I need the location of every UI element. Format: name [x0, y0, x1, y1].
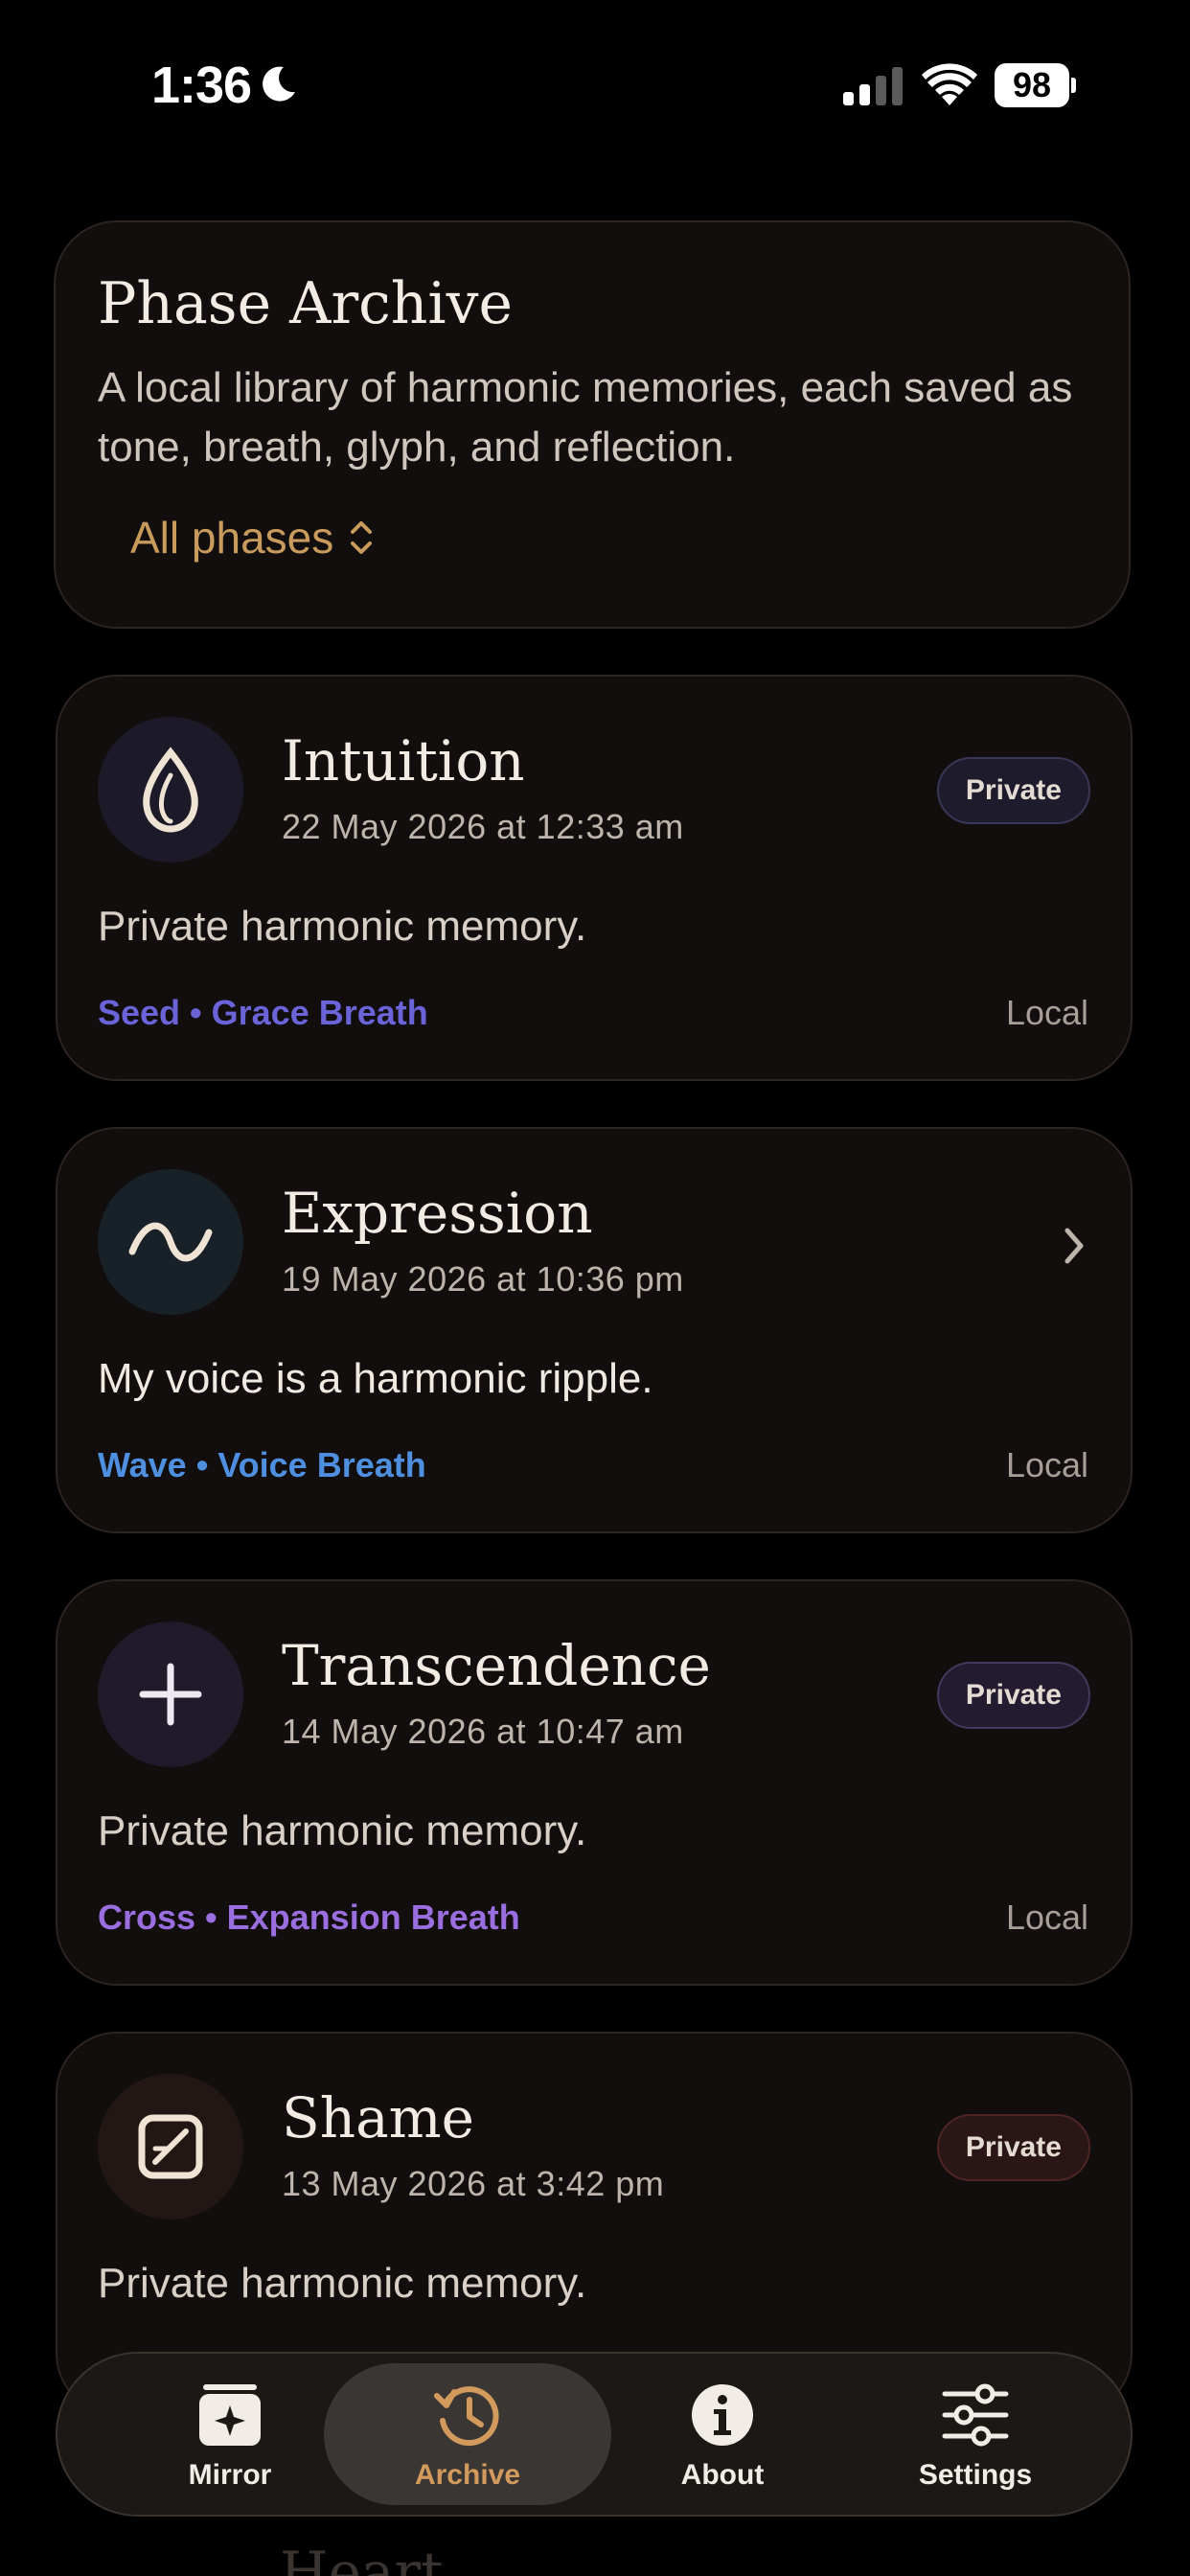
history-icon: [434, 2386, 499, 2447]
moon-icon: [263, 66, 295, 102]
tab-label: Archive: [414, 2459, 521, 2491]
entry-title-peek: Heart: [280, 2540, 444, 2576]
phase-filter-label: All phases: [130, 513, 334, 563]
entry-date: 19 May 2026 at 10:36 pm: [282, 1259, 684, 1299]
entry-tags: Seed • Grace Breath: [98, 993, 428, 1032]
private-badge: Private: [936, 757, 1090, 824]
tab-bar: Mirror Archive About Settings: [56, 2352, 1133, 2517]
archive-header-card: Phase Archive A local library of harmoni…: [54, 220, 1131, 629]
entry-title: Expression: [282, 1181, 593, 1246]
tab-archive[interactable]: Archive: [324, 2363, 611, 2505]
entry-date: 14 May 2026 at 10:47 am: [282, 1712, 684, 1751]
mirror-icon: [199, 2384, 261, 2446]
entry-tags: Wave • Voice Breath: [98, 1445, 426, 1484]
battery-level: 98: [995, 63, 1069, 107]
wave-glyph-icon: [98, 1169, 243, 1315]
archive-entry-card[interactable]: Transcendence 14 May 2026 at 10:47 am Pr…: [56, 1579, 1133, 1986]
cross-glyph-icon: [98, 1622, 243, 1767]
seed-glyph-icon: [98, 717, 243, 862]
entry-reflection: Private harmonic memory.: [98, 2260, 587, 2307]
entry-date: 22 May 2026 at 12:33 am: [282, 807, 684, 846]
archive-entry-card[interactable]: Intuition 22 May 2026 at 12:33 am Privat…: [56, 675, 1133, 1081]
battery-icon: 98: [995, 63, 1077, 107]
entry-title: Transcendence: [282, 1633, 711, 1698]
info-icon: [692, 2384, 753, 2446]
entry-date: 13 May 2026 at 3:42 pm: [282, 2164, 665, 2203]
private-badge: Private: [936, 1662, 1090, 1729]
entry-storage: Local: [1005, 993, 1088, 1032]
archive-entry-card[interactable]: Expression 19 May 2026 at 10:36 pm My vo…: [56, 1127, 1133, 1533]
entry-storage: Local: [1005, 1445, 1088, 1484]
tab-label: Settings: [918, 2459, 1033, 2491]
entry-reflection: My voice is a harmonic ripple.: [98, 1355, 653, 1402]
sliders-icon: [942, 2383, 1009, 2447]
tab-label: Mirror: [188, 2459, 272, 2491]
slashed-square-glyph-icon: [98, 2074, 243, 2220]
entry-title: Intuition: [282, 728, 525, 794]
tab-settings[interactable]: Settings: [832, 2363, 1119, 2505]
entry-reflection: Private harmonic memory.: [98, 1807, 587, 1854]
tab-label: About: [680, 2459, 765, 2491]
private-badge: Private: [936, 2114, 1090, 2181]
entry-tags: Cross • Expansion Breath: [98, 1898, 520, 1937]
wifi-icon: [922, 63, 977, 105]
chevron-up-down-icon: [351, 521, 373, 554]
phase-filter-button[interactable]: All phases: [130, 512, 376, 564]
status-time: 1:36: [151, 57, 252, 114]
page-description: A local library of harmonic memories, ea…: [98, 364, 1073, 471]
page-title: Phase Archive: [98, 270, 514, 337]
status-bar: 1:36 98: [0, 0, 1190, 172]
entry-reflection: Private harmonic memory.: [98, 903, 587, 950]
entry-storage: Local: [1005, 1898, 1088, 1937]
entry-title: Shame: [282, 2085, 474, 2150]
signal-icon: [843, 67, 903, 105]
chevron-right-icon: [1064, 1228, 1084, 1264]
tab-about[interactable]: About: [579, 2363, 866, 2505]
